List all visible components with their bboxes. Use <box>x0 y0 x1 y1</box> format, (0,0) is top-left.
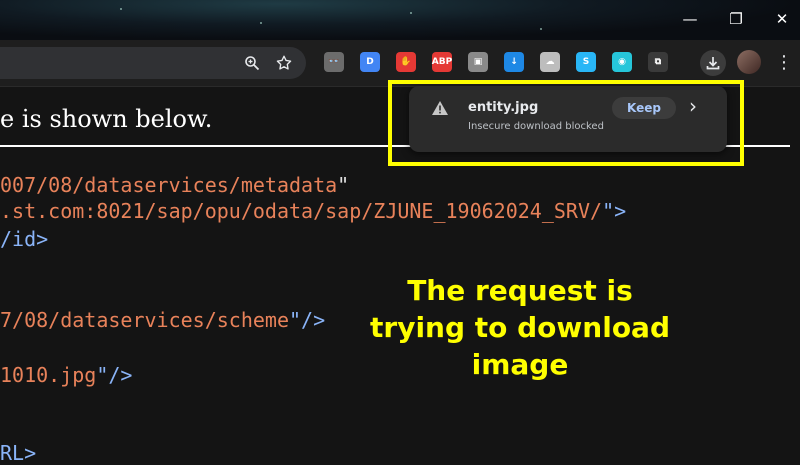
code-token: "/> <box>288 308 326 332</box>
background-star <box>260 22 262 24</box>
background-star <box>410 12 412 14</box>
code-line: 1010.jpg"/> <box>0 363 132 387</box>
annotation-line: image <box>471 348 569 381</box>
code-token: .st.com:8021/sap/opu/odata/sap/ZJUNE_190… <box>0 199 603 223</box>
code-token: "/> <box>96 363 133 387</box>
page-heading: e is shown below. <box>0 105 213 133</box>
doc-extension-icon[interactable]: D <box>360 52 380 72</box>
restore-icon: ❐ <box>729 10 743 28</box>
close-icon: ✕ <box>775 10 789 28</box>
annotation-text: The request is trying to download image <box>350 272 690 383</box>
code-line: .st.com:8021/sap/opu/odata/sap/ZJUNE_190… <box>0 199 626 223</box>
code-token: RL> <box>0 441 37 465</box>
address-bar[interactable] <box>0 47 306 79</box>
download-icon[interactable] <box>700 50 726 76</box>
code-token: 7/08/dataservices/scheme <box>0 308 289 332</box>
code-token: " <box>337 173 350 197</box>
stop-hand-extension-icon[interactable]: ✋ <box>396 52 416 72</box>
annotation-line: trying to download <box>370 311 670 344</box>
puzzle-extensions-icon[interactable]: ⧉ <box>648 52 668 72</box>
restore-button[interactable]: ❐ <box>713 4 759 34</box>
annotation-line: The request is <box>407 274 633 307</box>
background-star <box>540 28 542 30</box>
spy-extension-icon[interactable]: 👓 <box>324 52 344 72</box>
down-arrow-extension-icon[interactable]: ↓ <box>504 52 524 72</box>
code-token: /id> <box>0 227 49 251</box>
wifi-extension-icon[interactable]: ◉ <box>612 52 632 72</box>
minimize-icon: — <box>682 10 698 28</box>
code-token: 007/08/dataservices/metadata <box>0 173 338 197</box>
screen-capture-extension-icon[interactable]: ▣ <box>468 52 488 72</box>
title-bar: — ❐ ✕ <box>0 0 800 40</box>
menu-button[interactable]: ⋮ <box>772 50 796 74</box>
background-star <box>120 8 122 10</box>
abp-extension-icon[interactable]: ABP <box>432 52 452 72</box>
code-token: 1010.jpg <box>0 363 97 387</box>
code-line: 7/08/dataservices/scheme"/> <box>0 308 325 332</box>
minimize-button[interactable]: — <box>667 4 713 34</box>
code-line: 007/08/dataservices/metadata" <box>0 173 349 197</box>
kebab-menu-icon: ⋮ <box>775 51 793 73</box>
close-window-button[interactable]: ✕ <box>759 4 800 34</box>
s-extension-icon[interactable]: S <box>576 52 596 72</box>
zoom-icon[interactable] <box>240 51 264 75</box>
star-icon[interactable] <box>272 51 296 75</box>
cloud-extension-icon[interactable]: ☁ <box>540 52 560 72</box>
code-line: RL> <box>0 441 36 465</box>
code-line: /id> <box>0 227 48 251</box>
highlight-box <box>388 80 744 166</box>
code-token: "> <box>602 199 627 223</box>
avatar[interactable] <box>737 50 761 74</box>
